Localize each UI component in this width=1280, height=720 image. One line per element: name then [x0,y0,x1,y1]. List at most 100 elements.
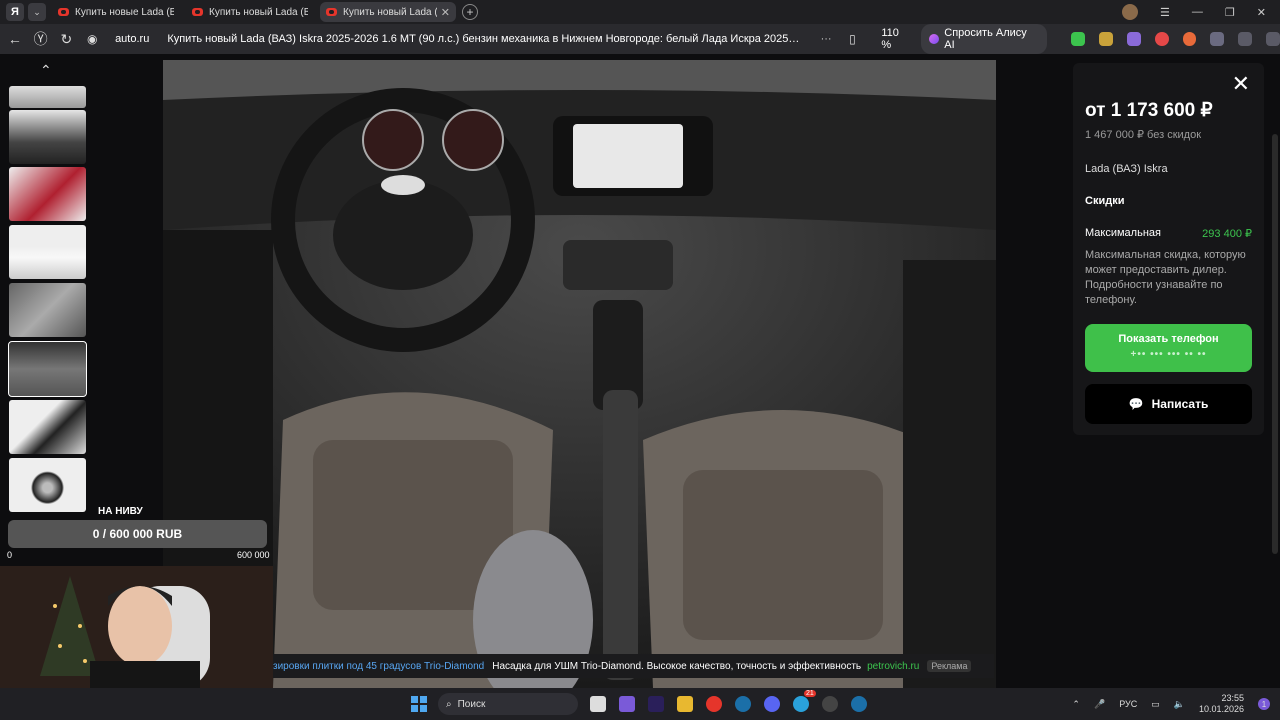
goal-progress-bar: 0 / 600 000 RUB [8,520,267,548]
menu-icon[interactable]: ☰ [1160,6,1170,19]
autoru-favicon-icon [192,8,203,16]
tab-bar: Я ⌄ Купить новые Lada (ВАЗ) Купить новый… [0,0,1280,24]
steam-icon[interactable] [851,696,867,712]
adblock-extension-icon[interactable] [1071,32,1086,46]
zoom-level[interactable]: 110 % [881,27,911,51]
write-message-button[interactable]: 💬 Написать [1085,384,1252,424]
ad-badge: Реклама [927,660,972,672]
thumbnail-strip [8,54,87,574]
tab-title: Купить новые Lada (ВАЗ) [75,6,174,18]
address-bar: ← Ⓨ ↻ ◉ auto.ru Купить новый Lada (ВАЗ) … [0,24,1280,54]
alice-button[interactable]: Спросить Алису AI [921,24,1048,54]
volume-icon[interactable]: 🔈 [1174,699,1185,710]
language-indicator[interactable]: РУС [1119,699,1137,709]
tab-title: Купить новый Lada (ВАЗ) [343,6,437,18]
search-label: Поиск [457,698,486,710]
autoru-favicon-icon [58,8,69,16]
tab-2[interactable]: Купить новый Lada (ВАЗ) [186,2,314,22]
discord-icon[interactable] [764,696,780,712]
telegram-icon[interactable] [793,696,809,712]
download-icon[interactable] [1266,32,1280,46]
discounts-title: Скидки [1085,195,1125,207]
new-tab-button[interactable]: + [462,4,478,20]
goal-min: 0 [7,550,13,560]
window-controls: ☰ — ❐ ✕ [1122,0,1280,24]
close-tab-icon[interactable]: ✕ [441,6,450,19]
thumbnail[interactable] [9,400,86,454]
goal-label: НА НИВУ [98,506,143,517]
chevron-up-icon[interactable]: ⌃ [40,62,52,79]
show-phone-button[interactable]: Показать телефон +•• ••• ••• •• •• [1085,324,1252,372]
extension-icon[interactable] [1099,32,1113,46]
app-icon[interactable] [619,696,635,712]
discount-note: Максимальная скидка, которую может предо… [1085,249,1246,306]
thumbnail[interactable] [9,167,86,221]
thumbnail[interactable] [9,86,86,108]
maximize-icon[interactable]: ❐ [1225,6,1235,19]
thumbnail-active[interactable] [8,341,87,397]
chevron-down-icon[interactable]: ⌄ [28,3,46,21]
thumbnail[interactable] [9,225,86,279]
page-title[interactable]: Купить новый Lada (ВАЗ) Iskra 2025-2026 … [167,33,800,45]
steam-icon[interactable] [735,696,751,712]
telegram-badge: 21 [804,690,816,697]
extensions-icon[interactable] [1238,32,1253,46]
show-phone-label: Показать телефон [1118,333,1219,345]
close-window-icon[interactable]: ✕ [1257,6,1266,19]
goal-max: 600 000 [237,550,270,560]
chevron-up-icon[interactable]: ⌃ [1072,699,1080,710]
extension-icon[interactable] [1210,32,1225,46]
webcam-overlay [0,566,273,688]
price-panel: ✕ от 1 173 600 ₽ 1 467 000 ₽ без скидок … [1073,63,1264,435]
model-name: Lada (ВАЗ) Iskra [1085,163,1168,175]
shield-info-icon[interactable]: ◉ [81,32,103,46]
more-icon[interactable]: ··· [821,33,832,45]
taskbar-search[interactable]: ⌕ Поиск [438,693,578,715]
close-icon[interactable]: ✕ [1232,71,1250,97]
microphone-icon[interactable]: 🎤 [1094,699,1105,710]
goal-text: 0 / 600 000 RUB [92,527,183,541]
price: от 1 173 600 ₽ [1085,100,1213,121]
premiere-icon[interactable] [648,696,664,712]
extension-icon[interactable] [1126,32,1141,46]
time: 23:55 [1221,693,1244,703]
page-scrollbar[interactable] [1272,134,1278,554]
yandex-icon[interactable]: Ⓨ [30,29,52,49]
tab-3-active[interactable]: Купить новый Lada (ВАЗ) ✕ [320,2,456,22]
network-icon[interactable]: ▭ [1151,699,1160,710]
system-tray: ⌃ 🎤 РУС ▭ 🔈 23:55 10.01.2026 1 [1072,688,1280,720]
search-icon: ⌕ [446,698,452,710]
max-discount-row: Максимальная 293 400 ₽ [1085,227,1252,240]
alice-icon [929,34,940,44]
ad-text-2[interactable]: Насадка для УШМ Trio-Diamond. Высокое ка… [492,661,861,672]
ad-text-1[interactable]: зировки плитки под 45 градусов Trio-Diam… [273,661,484,672]
old-price: 1 467 000 ₽ без скидок [1085,129,1202,141]
url-domain[interactable]: auto.ru [115,33,149,45]
back-arrow-icon[interactable]: ← [4,31,26,47]
clock[interactable]: 23:55 10.01.2026 [1199,693,1244,715]
extension-icon[interactable] [1154,32,1169,46]
folder-icon[interactable] [677,696,693,712]
bookmark-icon[interactable]: ▯ [842,32,864,46]
thumbnail[interactable] [9,110,86,164]
windows-start-icon[interactable] [411,696,427,712]
alice-label: Спросить Алису AI [944,27,1027,51]
minimize-icon[interactable]: — [1192,6,1203,18]
task-view-icon[interactable] [590,696,606,712]
autoru-favicon-icon [326,8,337,16]
main-photo[interactable] [163,60,996,688]
yandex-menu-button[interactable]: Я [6,3,24,21]
app-icon[interactable] [822,696,838,712]
thumbnail[interactable] [9,283,86,337]
notification-badge[interactable]: 1 [1258,698,1270,710]
chat-icon: 💬 [1128,397,1144,411]
profile-avatar[interactable] [1122,4,1139,20]
ad-domain[interactable]: petrovich.ru [867,661,919,672]
ad-banner[interactable]: зировки плитки под 45 градусов Trio-Diam… [273,654,994,678]
taskbar: ⌕ Поиск 21 ⌃ 🎤 РУС ▭ 🔈 23:55 10.01.2026 … [0,688,1280,720]
thumbnail[interactable] [9,458,86,512]
yandex-browser-icon[interactable] [706,696,722,712]
extension-icon[interactable] [1182,32,1197,46]
tab-1[interactable]: Купить новые Lada (ВАЗ) [52,2,180,22]
reload-icon[interactable]: ↻ [56,31,78,48]
